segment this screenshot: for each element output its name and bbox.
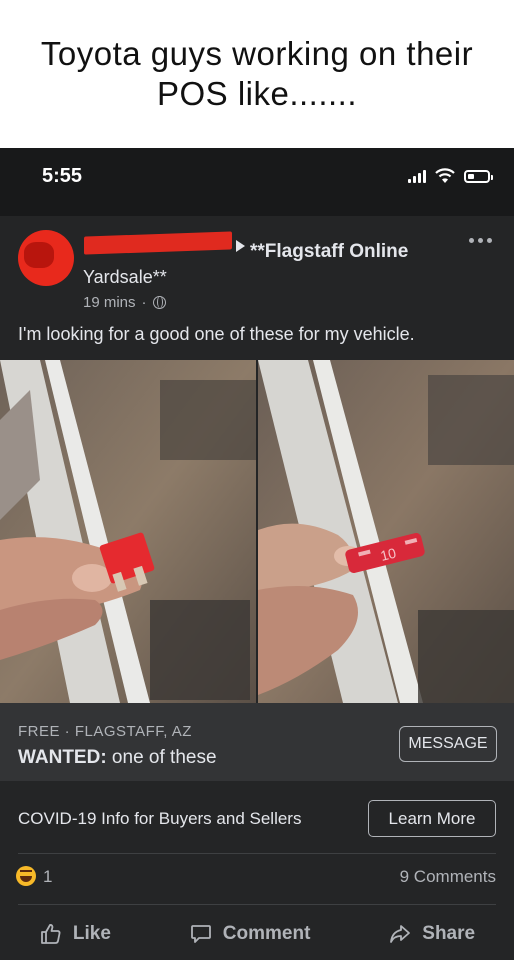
dot-separator: · bbox=[141, 294, 147, 311]
post-photos: 10 bbox=[0, 360, 514, 703]
post-photo-left[interactable] bbox=[0, 360, 256, 703]
divider bbox=[18, 853, 496, 854]
listing-title-bold: WANTED: bbox=[18, 747, 107, 768]
comments-count[interactable]: 9 Comments bbox=[400, 867, 496, 887]
avatar[interactable] bbox=[18, 230, 74, 286]
listing-title-rest: one of these bbox=[106, 747, 217, 768]
status-icons bbox=[408, 168, 493, 184]
battery-icon bbox=[464, 169, 493, 183]
share-label: Share bbox=[422, 923, 476, 944]
redacted-author-name bbox=[84, 231, 232, 255]
message-button[interactable]: MESSAGE bbox=[399, 726, 497, 762]
reaction-count[interactable]: 1 bbox=[43, 867, 52, 887]
listing-title: WANTED: one of these bbox=[18, 747, 217, 769]
phone-screen: 5:55 **Flagstaff Online Yardsale** 19 mi… bbox=[0, 148, 514, 960]
divider bbox=[18, 904, 496, 905]
share-icon bbox=[390, 925, 411, 943]
listing-meta: FREE · FLAGSTAFF, AZ bbox=[18, 723, 192, 740]
fuse-photo-right-image: 10 bbox=[258, 360, 514, 703]
post-meta: 19 mins · bbox=[83, 294, 166, 311]
caption-text: Toyota guys working on their POS like...… bbox=[40, 35, 474, 112]
like-label: Like bbox=[72, 923, 111, 944]
post-time[interactable]: 19 mins bbox=[83, 294, 136, 311]
signal-icon bbox=[408, 169, 426, 183]
separator bbox=[0, 208, 514, 216]
post-text: I'm looking for a good one of these for … bbox=[18, 324, 415, 344]
reactions-bar: 1 9 Comments bbox=[0, 858, 514, 898]
haha-icon[interactable] bbox=[16, 866, 36, 886]
fuse-photo-left-image bbox=[0, 360, 256, 703]
group-name[interactable]: **Flagstaff Online bbox=[250, 241, 408, 263]
covid-info-bar: COVID-19 Info for Buyers and Sellers Lea… bbox=[0, 781, 514, 853]
globe-icon bbox=[152, 296, 166, 309]
group-name-continued[interactable]: Yardsale** bbox=[83, 267, 167, 288]
status-time: 5:55 bbox=[42, 165, 83, 187]
post-photo-right[interactable]: 10 bbox=[258, 360, 514, 703]
comment-icon bbox=[190, 925, 211, 943]
share-button[interactable]: Share bbox=[388, 922, 475, 946]
more-icon[interactable] bbox=[469, 238, 492, 243]
learn-more-button[interactable]: Learn More bbox=[368, 800, 496, 837]
arrow-right-icon bbox=[236, 240, 245, 252]
action-bar: Like Comment Share bbox=[0, 908, 514, 960]
meme-caption: Toyota guys working on their POS like...… bbox=[0, 0, 514, 148]
wifi-icon bbox=[435, 168, 455, 183]
comment-label: Comment bbox=[222, 923, 311, 944]
listing-bar: FREE · FLAGSTAFF, AZ WANTED: one of thes… bbox=[0, 703, 514, 781]
covid-info-text: COVID-19 Info for Buyers and Sellers bbox=[18, 809, 302, 828]
comment-button[interactable]: Comment bbox=[189, 922, 311, 946]
like-button[interactable]: Like bbox=[39, 922, 111, 946]
status-bar: 5:55 bbox=[0, 148, 514, 208]
post-header: **Flagstaff Online Yardsale** 19 mins · bbox=[0, 216, 514, 326]
like-icon bbox=[41, 924, 61, 944]
